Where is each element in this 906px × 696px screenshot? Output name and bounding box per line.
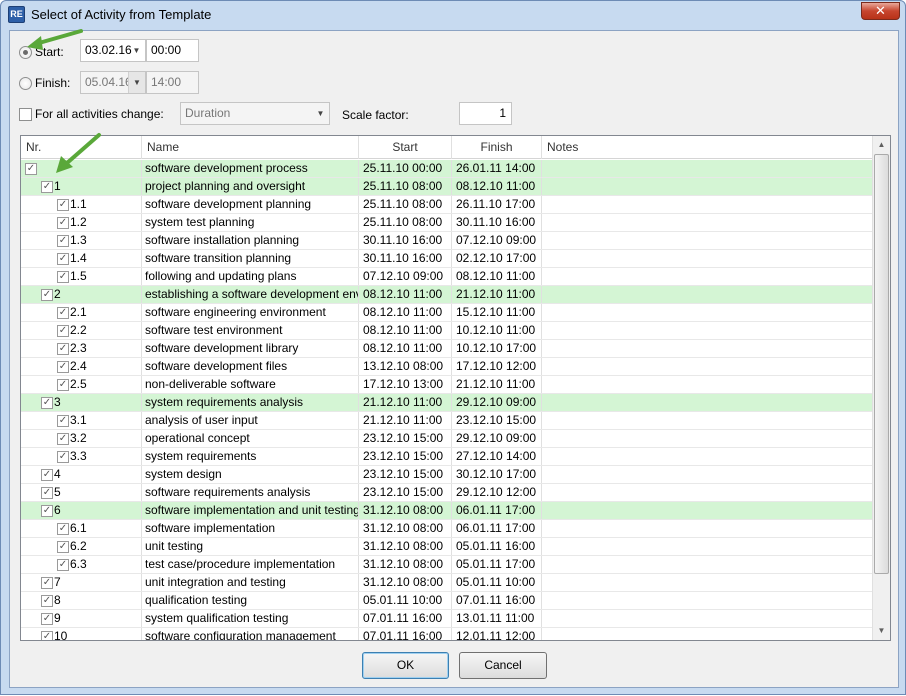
annotation-arrows [27,29,101,173]
dialog-window: RE Select of Activity from Template ✕ St… [0,0,906,695]
annotation-arrow-tree [56,133,101,173]
annotation-arrow-start [27,29,83,50]
